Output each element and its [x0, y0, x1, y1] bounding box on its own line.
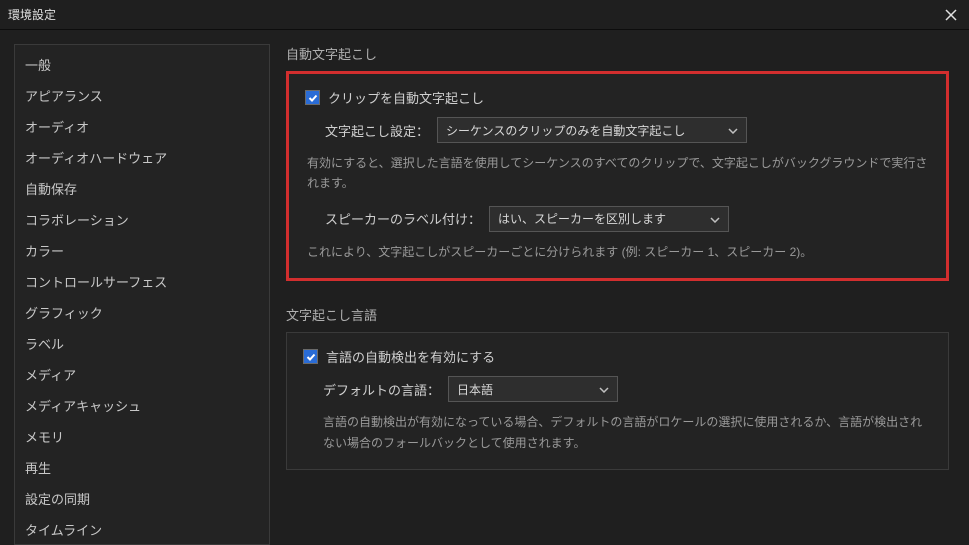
- sidebar-item[interactable]: ラベル: [15, 328, 269, 359]
- transcription-setting-value: シーケンスのクリップのみを自動文字起こし: [446, 122, 685, 139]
- default-lang-desc: 言語の自動検出が有効になっている場合、デフォルトの言語がロケールの選択に使用され…: [323, 412, 932, 453]
- sidebar-item[interactable]: 再生: [15, 452, 269, 483]
- lang-autodetect-label: 言語の自動検出を有効にする: [326, 347, 495, 366]
- sidebar: 一般アピアランスオーディオオーディオハードウェア自動保存コラボレーションカラーコ…: [14, 44, 270, 545]
- section-body-highlight: クリップを自動文字起こし 文字起こし設定： シーケンスのクリップのみを自動文字起…: [286, 71, 949, 281]
- speaker-value: はい、スピーカーを区別します: [498, 210, 666, 227]
- close-icon: [945, 9, 957, 21]
- section-body: 言語の自動検出を有効にする デフォルトの言語： 日本語 言語の自動検出が有効にな…: [286, 332, 949, 470]
- speaker-label: スピーカーのラベル付け：: [325, 209, 481, 228]
- sidebar-item[interactable]: オーディオハードウェア: [15, 142, 269, 173]
- transcription-setting-desc: 有効にすると、選択した言語を使用してシーケンスのすべてのクリップで、文字起こしが…: [307, 153, 930, 194]
- speaker-select[interactable]: はい、スピーカーを区別します: [489, 206, 729, 232]
- transcription-setting-label: 文字起こし設定：: [325, 121, 429, 140]
- sidebar-item[interactable]: コラボレーション: [15, 204, 269, 235]
- section-transcription-language: 文字起こし言語 言語の自動検出を有効にする デフォルトの言語： 日本語 言語の自…: [286, 305, 949, 470]
- sidebar-item[interactable]: タイムライン: [15, 514, 269, 545]
- section-title: 自動文字起こし: [286, 44, 949, 63]
- sidebar-item[interactable]: オーディオ: [15, 111, 269, 142]
- sidebar-item[interactable]: 設定の同期: [15, 483, 269, 514]
- sidebar-item[interactable]: カラー: [15, 235, 269, 266]
- sidebar-item[interactable]: アピアランス: [15, 80, 269, 111]
- sidebar-item[interactable]: 自動保存: [15, 173, 269, 204]
- check-icon: [306, 352, 316, 362]
- sidebar-item[interactable]: メモリ: [15, 421, 269, 452]
- close-button[interactable]: [941, 5, 961, 25]
- auto-transcribe-checkbox[interactable]: [305, 90, 320, 105]
- sidebar-item[interactable]: メディアキャッシュ: [15, 390, 269, 421]
- chevron-down-icon: [728, 123, 738, 137]
- titlebar: 環境設定: [0, 0, 969, 30]
- lang-autodetect-checkbox[interactable]: [303, 349, 318, 364]
- window-title: 環境設定: [8, 6, 56, 23]
- transcription-setting-select[interactable]: シーケンスのクリップのみを自動文字起こし: [437, 117, 747, 143]
- sidebar-item[interactable]: メディア: [15, 359, 269, 390]
- chevron-down-icon: [710, 212, 720, 226]
- speaker-desc: これにより、文字起こしがスピーカーごとに分けられます (例: スピーカー 1、ス…: [307, 242, 930, 262]
- auto-transcribe-label: クリップを自動文字起こし: [328, 88, 484, 107]
- sidebar-item[interactable]: 一般: [15, 49, 269, 80]
- section-auto-transcription: 自動文字起こし クリップを自動文字起こし 文字起こし設定： シーケンスのクリップ…: [286, 44, 949, 281]
- section-title: 文字起こし言語: [286, 305, 949, 324]
- default-lang-select[interactable]: 日本語: [448, 376, 618, 402]
- main-panel: 自動文字起こし クリップを自動文字起こし 文字起こし設定： シーケンスのクリップ…: [286, 44, 955, 545]
- default-lang-value: 日本語: [457, 381, 493, 398]
- default-lang-label: デフォルトの言語：: [323, 380, 440, 399]
- sidebar-item[interactable]: コントロールサーフェス: [15, 266, 269, 297]
- chevron-down-icon: [599, 382, 609, 396]
- sidebar-item[interactable]: グラフィック: [15, 297, 269, 328]
- check-icon: [308, 93, 318, 103]
